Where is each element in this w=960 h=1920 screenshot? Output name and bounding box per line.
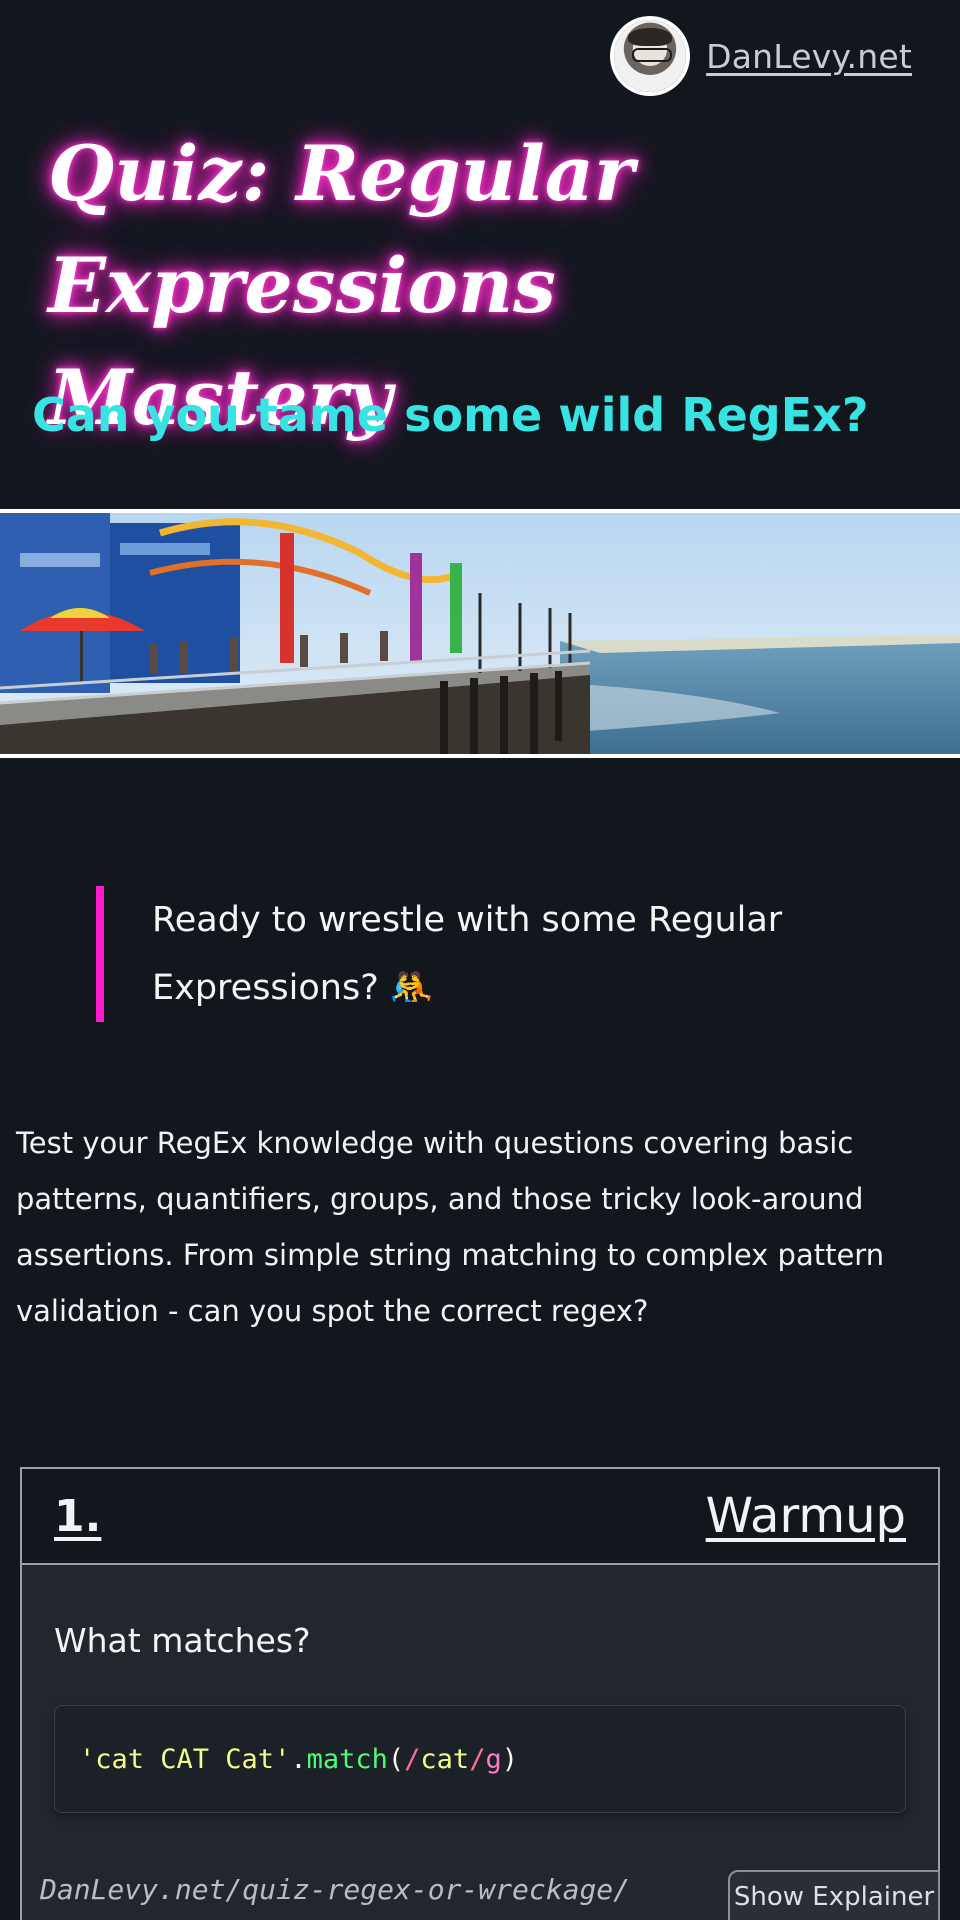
question-prompt: What matches? bbox=[54, 1621, 311, 1660]
code-dot: . bbox=[290, 1743, 307, 1775]
site-home-link[interactable]: DanLevy.net bbox=[706, 37, 912, 76]
intro-paragraph: Test your RegEx knowledge with questions… bbox=[16, 1126, 885, 1328]
site-header: DanLevy.net bbox=[614, 20, 912, 92]
quiz-card: 1. Warmup What matches? 'cat CAT Cat'. ma… bbox=[20, 1467, 940, 1920]
code-regex-body: cat bbox=[420, 1743, 470, 1775]
question-number-link[interactable]: 1. bbox=[54, 1491, 101, 1542]
show-explainer-button[interactable]: Show Explainer bbox=[728, 1870, 940, 1920]
pier-photo bbox=[0, 513, 960, 754]
footer-url: DanLevy.net/quiz-regex-or-wreckage/ bbox=[40, 1873, 631, 1906]
page: DanLevy.net Quiz: Regular Expressions Ma… bbox=[0, 0, 960, 1920]
question-category-link[interactable]: Warmup bbox=[706, 1488, 906, 1544]
avatar[interactable] bbox=[614, 20, 687, 92]
code-string: 'cat CAT Cat' bbox=[79, 1743, 291, 1775]
intro-quote: Ready to wrestle with some Regular Expre… bbox=[96, 886, 856, 1022]
code-regex-flag: g bbox=[485, 1743, 502, 1775]
quote-text: Ready to wrestle with some Regular Expre… bbox=[152, 900, 783, 1008]
code-close-paren: ) bbox=[501, 1743, 518, 1775]
code-regex-close: / bbox=[469, 1743, 486, 1775]
page-subtitle: Can you tame some wild RegEx? bbox=[32, 388, 869, 442]
code-regex-open: / bbox=[404, 1743, 421, 1775]
quiz-card-header: 1. Warmup bbox=[22, 1469, 938, 1565]
quiz-card-body: What matches? 'cat CAT Cat'. match(/ cat / g… bbox=[22, 1565, 938, 1920]
code-block: 'cat CAT Cat'. match(/ cat / g) bbox=[54, 1705, 906, 1813]
banner-image bbox=[0, 509, 960, 758]
code-open-paren: ( bbox=[387, 1743, 405, 1775]
code-method: match bbox=[306, 1743, 388, 1775]
